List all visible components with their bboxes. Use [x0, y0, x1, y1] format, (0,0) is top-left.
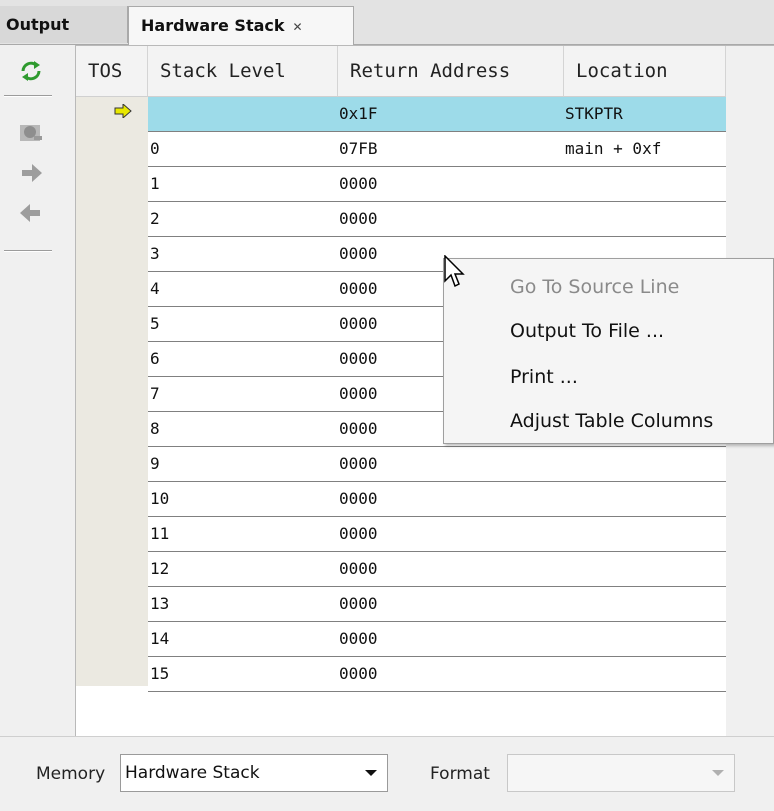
memory-select-value: Hardware Stack	[125, 763, 260, 783]
cell-stack-level: 5	[150, 314, 160, 333]
cell-return-address: 0000	[339, 454, 378, 473]
cell-stack-level: 6	[150, 349, 160, 368]
table-row[interactable]: 0 07FB main + 0xf	[148, 132, 726, 167]
table-row[interactable]: 0x1F STKPTR	[148, 97, 726, 132]
tab-hardware-stack[interactable]: Hardware Stack ✕	[128, 6, 354, 45]
tab-output[interactable]: Output	[0, 6, 128, 43]
cell-stack-level: 14	[150, 629, 170, 648]
column-header-tos[interactable]: TOS	[76, 46, 148, 97]
cell-stack-level: 4	[150, 279, 160, 298]
cell-return-address: 0000	[339, 419, 378, 438]
cell-return-address: 0000	[339, 594, 378, 613]
toolbar-divider	[4, 250, 52, 252]
table-row[interactable]: 9 0000	[148, 447, 726, 482]
format-label: Format	[430, 764, 490, 784]
memory-select[interactable]: Hardware Stack	[120, 754, 388, 792]
cell-return-address: 0000	[339, 174, 378, 193]
cell-location: STKPTR	[565, 104, 623, 123]
mouse-cursor-icon	[444, 254, 466, 289]
menu-item-go-to-source-line[interactable]: Go To Source Line	[510, 265, 679, 309]
cell-stack-level: 2	[150, 209, 160, 228]
toolbar-divider	[4, 95, 52, 97]
bottom-controls: Memory Hardware Stack Format	[0, 736, 774, 811]
memory-label: Memory	[36, 764, 106, 784]
cell-location: main + 0xf	[565, 139, 662, 158]
column-header-stack-level[interactable]: Stack Level	[148, 46, 338, 97]
cell-stack-level: 10	[150, 489, 170, 508]
cell-stack-level: 3	[150, 244, 160, 263]
menu-item-adjust-table-columns[interactable]: Adjust Table Columns	[510, 399, 713, 443]
side-toolbar	[0, 45, 74, 735]
close-icon[interactable]: ✕	[293, 20, 303, 34]
table-row[interactable]: 2 0000	[148, 202, 726, 237]
cell-stack-level: 8	[150, 419, 160, 438]
cell-stack-level: 7	[150, 384, 160, 403]
cell-return-address: 07FB	[339, 139, 378, 158]
chevron-down-icon	[712, 770, 724, 776]
cell-return-address: 0x1F	[339, 104, 378, 123]
table-row[interactable]: 15 0000	[148, 657, 726, 692]
tos-arrow-icon	[114, 102, 132, 120]
tab-bar: Output Hardware Stack ✕	[0, 0, 774, 45]
cell-return-address: 0000	[339, 489, 378, 508]
table-row[interactable]: 10 0000	[148, 482, 726, 517]
format-select[interactable]	[507, 754, 735, 792]
cell-stack-level: 11	[150, 524, 170, 543]
tab-output-label: Output	[6, 15, 70, 34]
column-header-location[interactable]: Location	[564, 46, 726, 97]
menu-item-output-to-file[interactable]: Output To File ...	[510, 309, 664, 353]
cell-return-address: 0000	[339, 384, 378, 403]
chevron-down-icon	[365, 770, 377, 776]
table-row[interactable]: 13 0000	[148, 587, 726, 622]
push-icon[interactable]	[16, 158, 46, 188]
tos-column-strip	[76, 46, 148, 686]
cell-return-address: 0000	[339, 524, 378, 543]
tab-hardware-stack-label: Hardware Stack	[141, 16, 285, 35]
cell-stack-level: 1	[150, 174, 160, 193]
cell-return-address: 0000	[339, 629, 378, 648]
cell-return-address: 0000	[339, 559, 378, 578]
pop-icon[interactable]	[16, 198, 46, 228]
table-row[interactable]: 14 0000	[148, 622, 726, 657]
cell-return-address: 0000	[339, 314, 378, 333]
context-menu: Go To Source Line Output To File ... Pri…	[443, 258, 774, 444]
column-header-return-address[interactable]: Return Address	[338, 46, 564, 97]
cell-stack-level: 15	[150, 664, 170, 683]
table-row[interactable]: 11 0000	[148, 517, 726, 552]
cell-stack-level: 0	[150, 139, 160, 158]
table-row[interactable]: 1 0000	[148, 167, 726, 202]
refresh-icon[interactable]	[16, 56, 46, 86]
cell-return-address: 0000	[339, 349, 378, 368]
cell-return-address: 0000	[339, 279, 378, 298]
menu-item-print[interactable]: Print ...	[510, 355, 578, 399]
table-row[interactable]: 12 0000	[148, 552, 726, 587]
cell-stack-level: 13	[150, 594, 170, 613]
cell-stack-level: 12	[150, 559, 170, 578]
cell-stack-level: 9	[150, 454, 160, 473]
cell-return-address: 0000	[339, 209, 378, 228]
cell-return-address: 0000	[339, 244, 378, 263]
cell-return-address: 0000	[339, 664, 378, 683]
zoom-icon[interactable]	[16, 117, 46, 147]
